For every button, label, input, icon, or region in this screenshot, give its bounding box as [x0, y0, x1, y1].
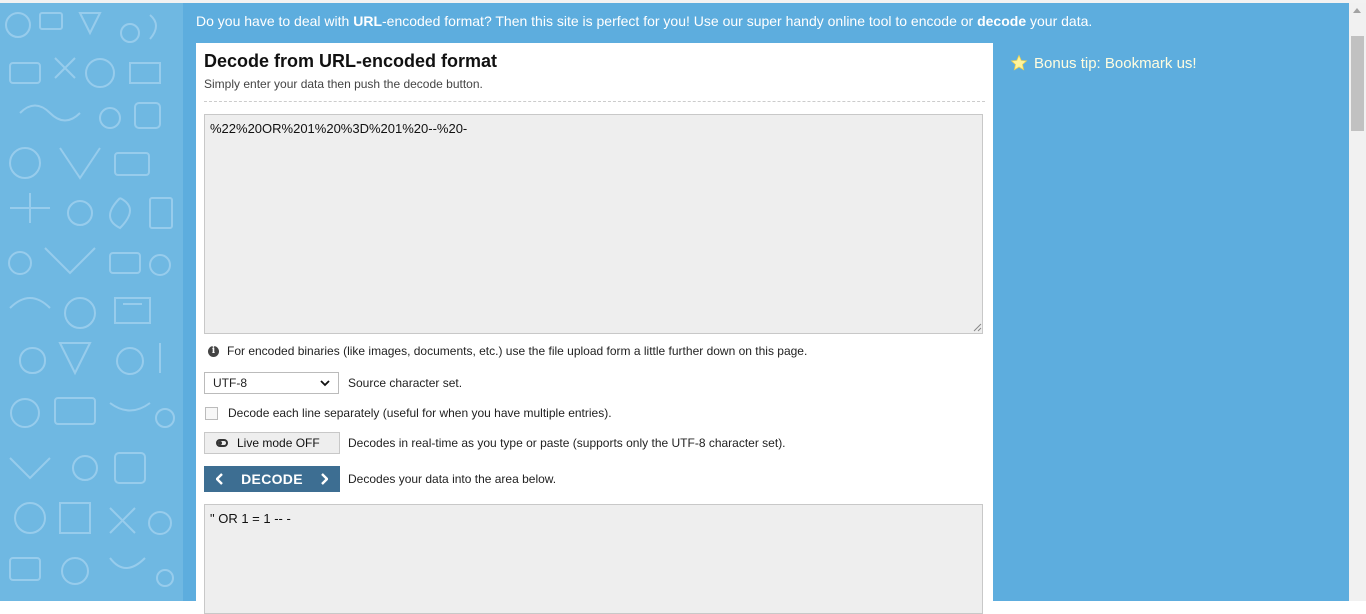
info-icon: i [208, 345, 219, 357]
lines-row: Decode each line separately (useful for … [204, 402, 612, 424]
intro-text: Do you have to deal with URL-encoded for… [196, 13, 1092, 30]
chevron-down-icon [320, 379, 330, 386]
charset-label: Source character set. [348, 376, 463, 390]
decode-lines-label[interactable]: Decode each line separately (useful for … [228, 406, 612, 420]
live-mode-label: Live mode OFF [237, 436, 320, 450]
live-mode-button[interactable]: Live mode OFF [204, 432, 340, 454]
info-note: i For encoded binaries (like images, doc… [204, 340, 807, 362]
chevron-left-icon [216, 473, 223, 485]
chevron-right-icon [321, 473, 328, 485]
intro-part: your data. [1026, 13, 1093, 29]
decode-description: Decodes your data into the area below. [348, 472, 557, 486]
star-icon [1010, 54, 1028, 71]
live-row: Live mode OFF Decodes in real-time as yo… [204, 432, 786, 454]
intro-part: Do you have to deal with [196, 13, 354, 29]
scroll-thumb[interactable] [1351, 36, 1364, 131]
bonus-tip: Bonus tip: Bookmark us! [1010, 54, 1197, 72]
divider [204, 101, 985, 102]
input-textarea[interactable]: %22%20OR%201%20%3D%201%20--%20- [204, 114, 983, 334]
bonus-tip-text: Bonus tip: Bookmark us! [1034, 54, 1197, 72]
charset-selected-value: UTF-8 [213, 376, 247, 390]
decode-button[interactable]: DECODE [204, 466, 340, 492]
decorative-pattern [0, 3, 183, 601]
decode-lines-checkbox[interactable] [205, 406, 218, 420]
decode-button-label: DECODE [241, 471, 303, 487]
info-text: For encoded binaries (like images, docum… [227, 344, 808, 358]
live-mode-description: Decodes in real-time as you type or past… [348, 436, 786, 450]
page-title: Decode from URL-encoded format [204, 51, 498, 71]
charset-select[interactable]: UTF-8 [204, 372, 339, 394]
intro-part: -encoded format? Then this site is perfe… [382, 13, 978, 29]
decode-row: DECODE Decodes your data into the area b… [204, 466, 556, 492]
intro-bold-decode: decode [977, 13, 1027, 29]
scrollbar[interactable] [1349, 3, 1366, 601]
output-textarea[interactable]: " OR 1 = 1 -- - [204, 504, 983, 614]
charset-row: UTF-8 Source character set. [204, 372, 462, 394]
scroll-up-arrow-icon[interactable] [1353, 8, 1361, 13]
toggle-icon [216, 439, 228, 447]
decode-card: Decode from URL-encoded format Simply en… [196, 43, 993, 614]
resize-grip-icon[interactable] [973, 323, 982, 332]
intro-bold-url: URL [353, 13, 382, 29]
page-subtitle: Simply enter your data then push the dec… [204, 77, 483, 91]
